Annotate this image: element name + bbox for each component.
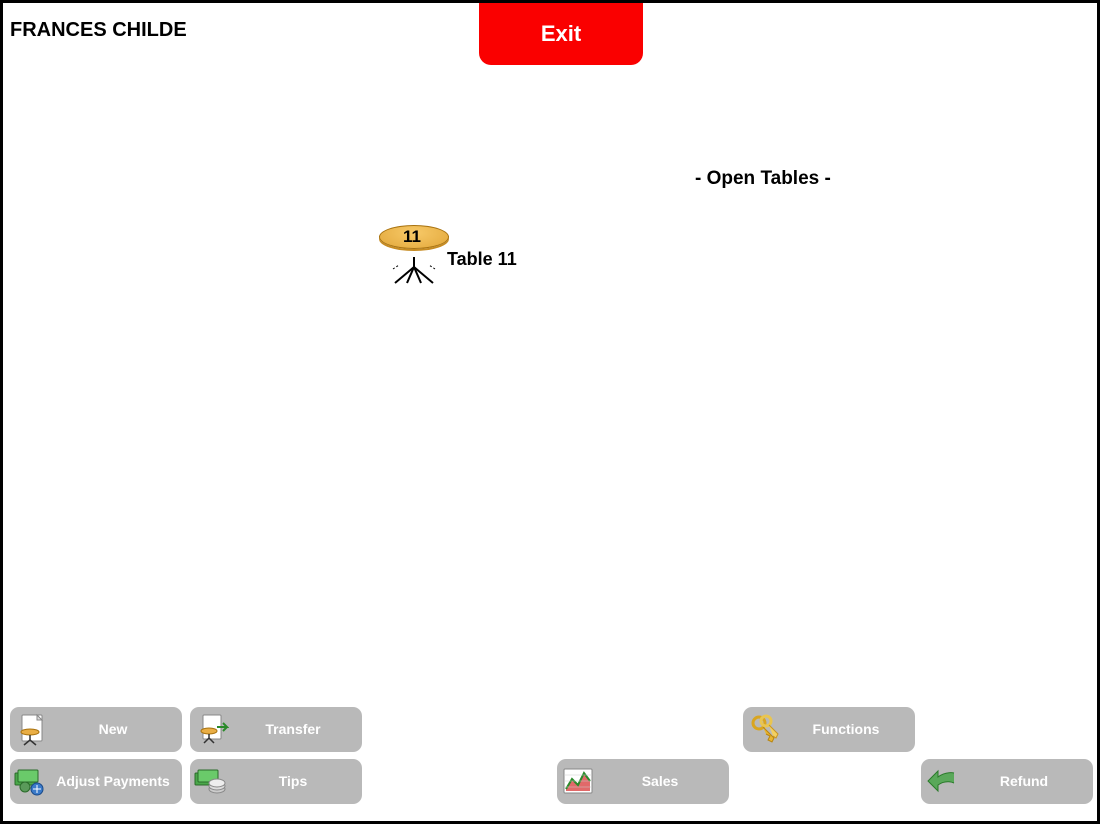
- adjust-payments-icon: [10, 759, 54, 804]
- refund-button-label: Refund: [965, 774, 1093, 789]
- refund-button[interactable]: Refund: [921, 759, 1093, 804]
- table-legs-icon: [389, 255, 439, 287]
- table-item-11[interactable]: 11 Table 11: [379, 225, 539, 295]
- user-name-label: FRANCES CHILDE: [10, 19, 187, 42]
- sales-button[interactable]: Sales: [557, 759, 729, 804]
- new-button[interactable]: New: [10, 707, 182, 752]
- new-table-icon: [10, 707, 54, 752]
- adjust-payments-button-label: Adjust Payments: [54, 774, 182, 789]
- tips-button-label: Tips: [234, 774, 362, 789]
- sales-chart-icon: [557, 759, 601, 804]
- transfer-button[interactable]: Transfer: [190, 707, 362, 752]
- open-tables-heading: - Open Tables -: [695, 168, 831, 190]
- transfer-button-label: Transfer: [234, 722, 362, 737]
- table-label: Table 11: [447, 249, 517, 270]
- tips-icon: [190, 759, 234, 804]
- adjust-payments-button[interactable]: Adjust Payments: [10, 759, 182, 804]
- transfer-icon: [190, 707, 234, 752]
- tips-button[interactable]: Tips: [190, 759, 362, 804]
- sales-button-label: Sales: [601, 774, 729, 789]
- functions-button-label: Functions: [787, 722, 915, 737]
- functions-button[interactable]: Functions: [743, 707, 915, 752]
- keys-icon: [743, 707, 787, 752]
- table-number: 11: [403, 227, 421, 247]
- exit-button[interactable]: Exit: [479, 3, 643, 65]
- new-button-label: New: [54, 722, 182, 737]
- refund-arrow-icon: [921, 759, 965, 804]
